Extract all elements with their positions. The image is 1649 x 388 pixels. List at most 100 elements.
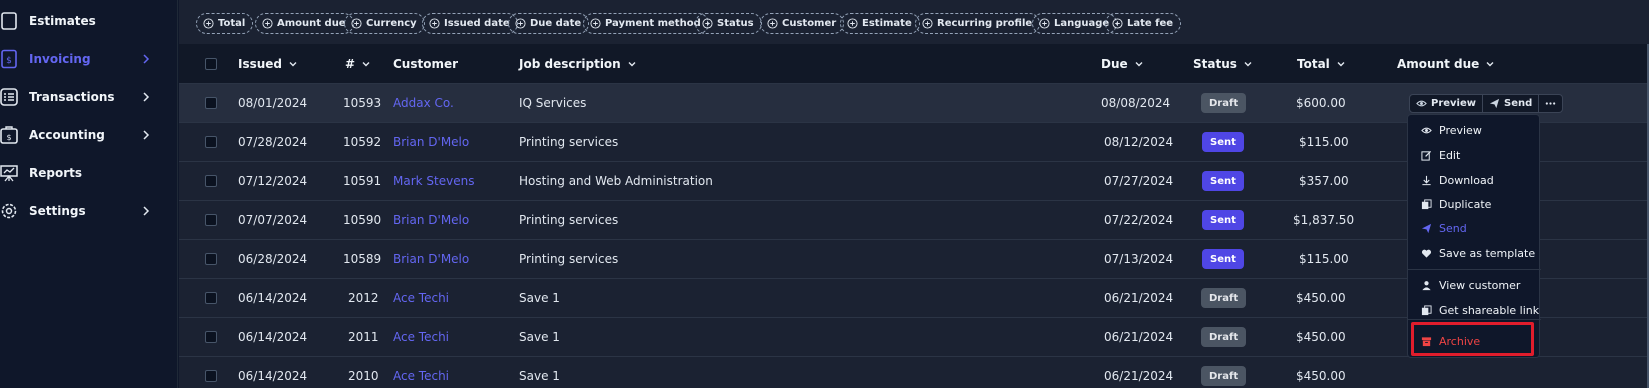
row-checkbox[interactable]: [205, 214, 217, 226]
filter-chip-label: Currency: [366, 18, 417, 29]
column-label: #: [345, 56, 356, 71]
filter-chip-label: Recurring profile: [937, 18, 1033, 29]
customer-link[interactable]: Ace Techi: [393, 291, 449, 305]
add-circle-icon: [922, 18, 933, 29]
sidebar-item-accounting[interactable]: $ Accounting: [0, 119, 178, 151]
menu-item-save-as-template[interactable]: Save as template: [1408, 242, 1541, 264]
filter-bar: Total Amount due Currency Issued date Du…: [179, 0, 1649, 44]
filter-chip-currency[interactable]: Currency: [344, 13, 425, 34]
menu-item-duplicate[interactable]: Duplicate: [1408, 193, 1541, 215]
row-checkbox[interactable]: [205, 292, 217, 304]
customer-link[interactable]: Brian D'Melo: [393, 213, 469, 227]
filter-chip-due-date[interactable]: Due date: [508, 13, 590, 34]
menu-item-get-shareable-link[interactable]: Get shareable link: [1408, 299, 1541, 321]
cell-issued: 07/28/2024: [238, 135, 308, 149]
cell-number: 10592: [343, 135, 382, 149]
sidebar-item-transactions[interactable]: Transactions: [0, 81, 178, 113]
menu-item-edit[interactable]: Edit: [1408, 144, 1541, 166]
filter-chip-customer[interactable]: Customer: [760, 13, 845, 34]
filter-chip-late-fee[interactable]: Late fee: [1105, 13, 1182, 34]
send-button-label: Send: [1504, 98, 1533, 109]
status-badge: Sent: [1202, 171, 1244, 191]
filter-chip-issued-date[interactable]: Issued date: [422, 13, 518, 34]
filter-chip-estimate[interactable]: Estimate: [840, 13, 920, 34]
column-header-issued[interactable]: Issued: [238, 57, 298, 71]
customer-link[interactable]: Ace Techi: [393, 369, 449, 383]
cell-number: 2012: [348, 291, 379, 305]
menu-item-view-customer[interactable]: View customer: [1408, 274, 1541, 296]
sidebar-item-label: Settings: [29, 204, 86, 218]
row-checkbox[interactable]: [205, 253, 217, 265]
column-header-total[interactable]: Total: [1297, 57, 1346, 71]
column-header-amount-due[interactable]: Amount due: [1397, 57, 1495, 71]
more-options-button[interactable]: [1539, 95, 1562, 112]
sidebar-item-estimates[interactable]: Estimates: [0, 5, 178, 37]
customer-link[interactable]: Ace Techi: [393, 330, 449, 344]
cell-issued: 06/28/2024: [238, 252, 308, 266]
cell-total: $600.00: [1296, 96, 1346, 110]
sidebar: Estimates $ Invoicing Transactions $ Acc…: [0, 0, 178, 388]
cell-number: 10591: [343, 174, 382, 188]
sidebar-item-settings[interactable]: Settings: [0, 195, 178, 227]
menu-item-send[interactable]: Send: [1408, 217, 1541, 239]
menu-divider: [1408, 269, 1541, 270]
app-root: Estimates $ Invoicing Transactions $ Acc…: [0, 0, 1649, 388]
sidebar-item-reports[interactable]: Reports: [0, 157, 178, 189]
cell-total: $115.00: [1299, 252, 1349, 266]
row-checkbox[interactable]: [205, 97, 217, 109]
column-header-due[interactable]: Due: [1101, 57, 1144, 71]
filter-chip-status[interactable]: Status: [695, 13, 762, 34]
estimates-icon: [1, 12, 17, 30]
user-icon: [1422, 280, 1431, 290]
filter-chip-label: Estimate: [862, 18, 912, 29]
heart-icon: [1421, 249, 1432, 258]
presentation-icon: [0, 165, 18, 182]
customer-link[interactable]: Addax Co.: [393, 96, 454, 110]
eye-icon: [1416, 100, 1427, 107]
invoice-list-panel: Total Amount due Currency Issued date Du…: [179, 0, 1649, 388]
menu-item-download[interactable]: Download: [1408, 169, 1541, 191]
send-icon: [1421, 223, 1432, 233]
send-icon: [1489, 98, 1500, 109]
select-all-checkbox[interactable]: [205, 57, 217, 70]
cell-job-description: IQ Services: [519, 96, 587, 110]
add-circle-icon: [590, 18, 601, 29]
svg-text:$: $: [6, 133, 11, 142]
filter-chip-label: Late fee: [1127, 18, 1174, 29]
customer-link[interactable]: Brian D'Melo: [393, 135, 469, 149]
column-header-number[interactable]: #: [345, 57, 371, 71]
row-checkbox[interactable]: [205, 136, 217, 148]
sidebar-item-invoicing[interactable]: $ Invoicing: [0, 43, 178, 75]
archive-highlight-box: [1411, 322, 1534, 356]
sidebar-item-label: Reports: [29, 166, 83, 180]
cell-due: 08/08/2024: [1101, 96, 1171, 110]
column-header-job-description[interactable]: Job description: [519, 57, 637, 71]
cell-total: $450.00: [1296, 291, 1346, 305]
send-button[interactable]: Send: [1483, 95, 1540, 112]
cell-due: 08/12/2024: [1104, 135, 1174, 149]
add-circle-icon: [702, 18, 713, 29]
column-header-status[interactable]: Status: [1193, 57, 1253, 71]
cell-number: 2011: [348, 330, 379, 344]
status-badge: Draft: [1201, 93, 1247, 113]
table-row[interactable]: 06/14/2024 2010 Ace Techi Save 1 06/21/2…: [179, 357, 1649, 388]
filter-chip-recurring-profile[interactable]: Recurring profile: [915, 13, 1041, 34]
row-checkbox[interactable]: [205, 370, 217, 382]
add-circle-icon: [351, 18, 362, 29]
menu-item-preview[interactable]: Preview: [1408, 119, 1541, 141]
customer-link[interactable]: Brian D'Melo: [393, 252, 469, 266]
svg-text:$: $: [6, 56, 12, 66]
cell-total: $450.00: [1296, 330, 1346, 344]
filter-chip-total[interactable]: Total: [196, 13, 254, 34]
preview-button[interactable]: Preview: [1410, 95, 1484, 112]
chevron-down-icon: [1135, 61, 1143, 66]
filter-chip-payment-method[interactable]: Payment method: [583, 13, 709, 34]
filter-chip-label: Payment method: [605, 18, 701, 29]
cell-job-description: Printing services: [519, 252, 619, 266]
duplicate-icon: [1421, 198, 1432, 209]
list-icon: [0, 88, 18, 106]
filter-chip-amount-due[interactable]: Amount due: [255, 13, 354, 34]
customer-link[interactable]: Mark Stevens: [393, 174, 474, 188]
row-checkbox[interactable]: [205, 175, 217, 187]
row-checkbox[interactable]: [205, 331, 217, 343]
